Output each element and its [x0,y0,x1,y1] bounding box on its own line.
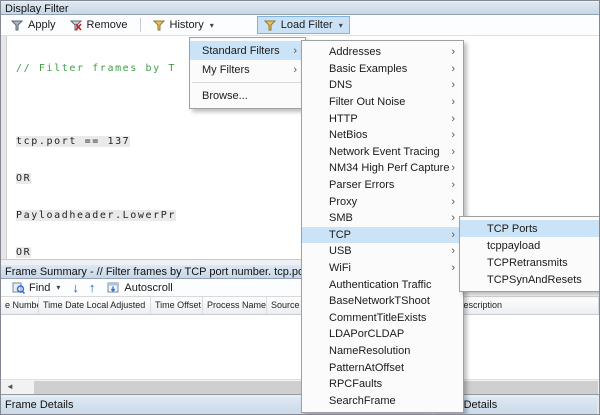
menu-item-basic-examples[interactable]: Basic Examples › [302,61,463,78]
frame-details-title: Frame Details [5,399,74,411]
menu-item-network-event-tracing[interactable]: Network Event Tracing › [302,144,463,161]
apply-button[interactable]: Apply [4,16,63,34]
submenu-arrow-icon: › [451,245,455,258]
menu-item-rpcfaults[interactable]: RPCFaults [302,376,463,393]
find-caret-icon: ▾ [56,283,61,292]
submenu-arrow-icon: › [451,195,455,208]
submenu-arrow-icon: › [293,63,297,76]
column-header-time-date[interactable]: Time Date Local Adjusted [39,297,151,314]
tcp-submenu: TCP Ports tcppayload TCPRetransmits TCPS… [459,216,599,292]
toolbar-separator [139,18,141,32]
history-button[interactable]: History ▾ [146,16,221,34]
submenu-arrow-icon: › [451,162,455,175]
display-filter-title: Display Filter [5,3,69,15]
bottom-panels: Frame Details ✕ Hex Details [1,394,599,414]
menu-item-tcp-ports[interactable]: TCP Ports [460,220,599,237]
menu-item-netbios[interactable]: NetBios › [302,127,463,144]
menu-item-my-filters[interactable]: My Filters › [190,60,305,79]
find-icon [12,282,25,294]
submenu-arrow-icon: › [451,179,455,192]
editor-gutter [1,36,7,259]
load-filter-caret-icon: ▾ [338,20,343,30]
scrollbar-left-button[interactable]: ◄ [1,380,19,394]
submenu-arrow-icon: › [451,262,455,275]
submenu-arrow-icon: › [451,46,455,59]
frame-summary-header-row: e Number Time Date Local Adjusted Time O… [1,297,599,315]
column-header-frame-number[interactable]: e Number [1,297,39,314]
menu-item-nm34-high-perf-capture[interactable]: NM34 High Perf Capture › [302,160,463,177]
load-filter-button[interactable]: Load Filter ▾ [256,16,350,34]
horizontal-scrollbar[interactable]: ◄ [1,379,599,394]
menu-item-commenttitleexists[interactable]: CommentTitleExists [302,310,463,327]
menu-item-wifi[interactable]: WiFi › [302,260,463,277]
load-filter-icon [263,20,276,30]
find-previous-button[interactable]: ↑ [84,279,101,295]
remove-filter-icon [69,20,82,31]
arrow-up-icon: ↑ [88,279,96,295]
submenu-arrow-icon: › [451,112,455,125]
menu-item-addresses[interactable]: Addresses › [302,44,463,61]
submenu-arrow-icon: › [451,62,455,75]
menu-item-tcppayload[interactable]: tcppayload [460,237,599,254]
frame-summary-table-body[interactable] [1,315,599,379]
menu-item-parser-errors[interactable]: Parser Errors › [302,177,463,194]
network-monitor-window: Display Filter Apply Remove History ▾ Lo… [0,0,600,415]
menu-item-basenetworktshoot[interactable]: BaseNetworkTShoot [302,293,463,310]
find-button[interactable]: Find ▾ [5,279,67,297]
submenu-arrow-icon: › [293,44,297,57]
menu-item-authentication-traffic[interactable]: Authentication Traffic [302,276,463,293]
column-header-time-offset[interactable]: Time Offset [151,297,203,314]
column-header-description[interactable]: Description [453,297,599,314]
find-next-button[interactable]: ↓ [67,279,84,295]
menu-item-dns[interactable]: DNS › [302,77,463,94]
menu-item-nameresolution[interactable]: NameResolution [302,343,463,360]
standard-filters-menu: Addresses › Basic Examples › DNS › Filter O… [301,40,464,414]
column-header-process-name[interactable]: Process Name [203,297,267,314]
submenu-arrow-icon: › [451,145,455,158]
menu-item-searchframe[interactable]: SearchFrame [302,392,463,409]
history-caret-icon: ▾ [209,20,214,30]
menu-item-proxy[interactable]: Proxy › [302,193,463,210]
load-filter-menu: Standard Filters › My Filters › Browse..… [189,37,306,109]
menu-item-ldaporcldap[interactable]: LDAPorCLDAP [302,326,463,343]
menu-separator [192,82,303,83]
submenu-arrow-icon: › [451,96,455,109]
menu-item-smb[interactable]: SMB › [302,210,463,227]
menu-item-tcpretransmits[interactable]: TCPRetransmits [460,254,599,271]
menu-item-tcpsynandresets[interactable]: TCPSynAndResets [460,271,599,288]
menu-item-standard-filters[interactable]: Standard Filters › [190,41,305,60]
menu-item-patternatoffset[interactable]: PatternAtOffset [302,359,463,376]
history-filter-icon [152,20,165,30]
menu-item-http[interactable]: HTTP › [302,110,463,127]
display-filter-toolbar: Apply Remove History ▾ Load Filter ▾ [1,15,599,36]
submenu-arrow-icon: › [451,129,455,142]
remove-button[interactable]: Remove [63,16,135,34]
submenu-arrow-icon: › [451,79,455,92]
autoscroll-icon [107,282,119,292]
menu-item-filter-out-noise[interactable]: Filter Out Noise › [302,94,463,111]
apply-filter-icon [11,20,24,30]
menu-item-usb[interactable]: USB › [302,243,463,260]
autoscroll-button[interactable]: Autoscroll [100,279,179,297]
arrow-down-icon: ↓ [72,279,79,295]
scroll-left-icon: ◄ [6,382,14,391]
display-filter-titlebar: Display Filter [1,1,599,15]
submenu-arrow-icon: › [451,212,455,225]
submenu-arrow-icon: › [451,228,455,241]
menu-item-tcp[interactable]: TCP › [302,226,463,244]
menu-item-browse[interactable]: Browse... [190,86,305,105]
